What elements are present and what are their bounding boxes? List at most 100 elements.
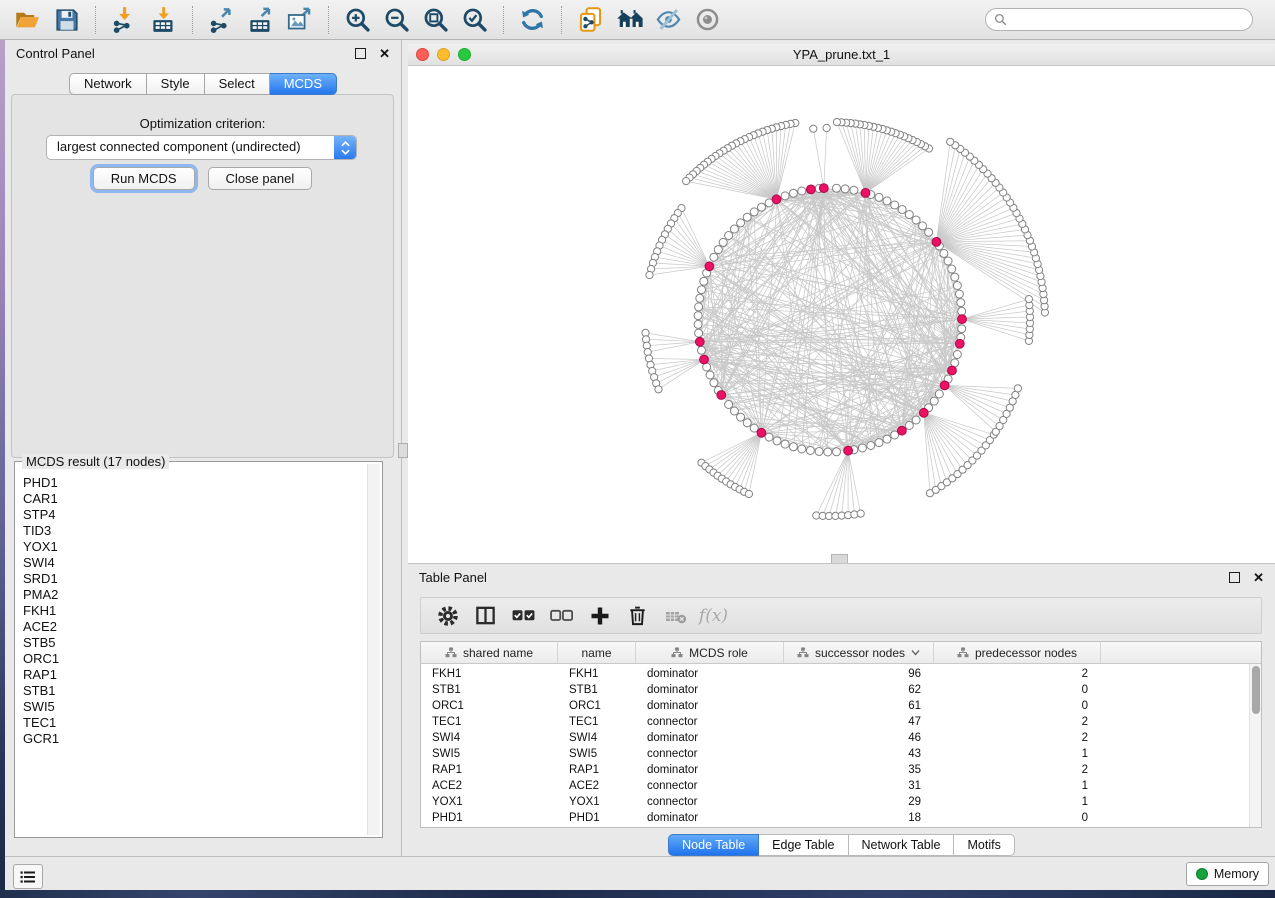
graph-node[interactable]	[773, 437, 781, 445]
export-table-icon[interactable]	[245, 4, 276, 35]
graph-hub-node[interactable]	[695, 337, 704, 346]
graph-node[interactable]	[730, 407, 738, 415]
table-row[interactable]: FKH1FKH1dominator962	[421, 666, 1250, 682]
mcds-result-item[interactable]: SWI4	[21, 555, 366, 571]
graph-node[interactable]	[646, 271, 653, 278]
graph-node[interactable]	[875, 439, 883, 447]
graph-node[interactable]	[694, 312, 702, 320]
mcds-result-item[interactable]: CAR1	[21, 491, 366, 507]
graph-node[interactable]	[694, 320, 702, 328]
mcds-result-item[interactable]: ORC1	[21, 651, 366, 667]
graph-node[interactable]	[743, 213, 751, 221]
table-scrollbar-thumb[interactable]	[1252, 666, 1260, 714]
graph-node[interactable]	[905, 422, 913, 430]
zoom-selected-icon[interactable]	[459, 4, 490, 35]
mcds-result-item[interactable]: GCR1	[21, 731, 366, 747]
graph-node[interactable]	[798, 445, 806, 453]
tab-style[interactable]: Style	[147, 73, 205, 95]
graph-node[interactable]	[806, 447, 814, 455]
graph-hub-node[interactable]	[705, 262, 714, 271]
network-canvas[interactable]	[408, 66, 1275, 563]
graph-node[interactable]	[810, 125, 817, 132]
graph-node[interactable]	[857, 510, 864, 517]
tab-select[interactable]: Select	[205, 73, 270, 95]
graph-hub-node[interactable]	[948, 366, 957, 375]
graph-hub-node[interactable]	[757, 428, 766, 437]
graph-node[interactable]	[781, 440, 789, 448]
float-panel-icon[interactable]	[355, 48, 366, 59]
graph-node[interactable]	[841, 185, 849, 193]
graph-hub-node[interactable]	[898, 426, 907, 435]
mcds-result-item[interactable]: FKH1	[21, 603, 366, 619]
graph-node[interactable]	[883, 197, 891, 205]
export-network-icon[interactable]	[206, 4, 237, 35]
graph-node[interactable]	[898, 206, 906, 214]
tab-edge-table[interactable]: Edge Table	[759, 834, 848, 856]
export-image-icon[interactable]	[284, 4, 315, 35]
close-panel-icon[interactable]: ✕	[1253, 571, 1264, 584]
graph-node[interactable]	[789, 189, 797, 197]
run-mcds-button[interactable]: Run MCDS	[93, 167, 195, 190]
table-row[interactable]: PHD1PHD1dominator180	[421, 810, 1250, 826]
column-header-shared-name[interactable]: shared name	[421, 642, 558, 663]
graph-hub-node[interactable]	[932, 238, 941, 247]
delete-columns-icon[interactable]	[623, 601, 652, 630]
graph-node[interactable]	[958, 325, 966, 333]
graph-node[interactable]	[815, 448, 823, 456]
graph-node[interactable]	[737, 219, 745, 227]
graph-hub-node[interactable]	[807, 185, 816, 194]
table-row[interactable]: TEC1TEC1connector472	[421, 714, 1250, 730]
graph-node[interactable]	[858, 444, 866, 452]
table-row[interactable]: ORC1ORC1dominator610	[421, 698, 1250, 714]
delete-table-icon[interactable]	[661, 601, 690, 630]
mcds-result-item[interactable]: ACE2	[21, 619, 366, 635]
graph-node[interactable]	[706, 371, 714, 379]
graph-node[interactable]	[743, 419, 751, 427]
deselect-all-checkboxes-icon[interactable]	[547, 601, 576, 630]
graph-node[interactable]	[905, 211, 913, 219]
graph-node[interactable]	[875, 193, 883, 201]
mac-minimize-icon[interactable]	[437, 48, 450, 61]
graph-node[interactable]	[912, 216, 920, 224]
add-column-icon[interactable]	[585, 601, 614, 630]
graph-node[interactable]	[883, 435, 891, 443]
mcds-result-item[interactable]: YOX1	[21, 539, 366, 555]
graph-node[interactable]	[695, 329, 703, 337]
graph-node[interactable]	[953, 351, 961, 359]
graph-node[interactable]	[750, 208, 758, 216]
graph-hub-node[interactable]	[717, 391, 726, 400]
graph-node[interactable]	[737, 413, 745, 421]
mcds-result-item[interactable]: RAP1	[21, 667, 366, 683]
mcds-list-scrollbar[interactable]	[367, 464, 380, 835]
graph-hub-node[interactable]	[955, 339, 964, 348]
mcds-result-item[interactable]: STB1	[21, 683, 366, 699]
graph-node[interactable]	[947, 138, 954, 145]
graph-node[interactable]	[698, 346, 706, 354]
function-builder-icon[interactable]: f(x)	[699, 601, 728, 630]
graph-node[interactable]	[940, 249, 948, 257]
table-row[interactable]: STB1STB1dominator620	[421, 682, 1250, 698]
graph-node[interactable]	[758, 203, 766, 211]
graph-hub-node[interactable]	[844, 446, 853, 455]
table-scrollbar[interactable]	[1249, 664, 1261, 827]
graph-node[interactable]	[925, 228, 933, 236]
import-table-icon[interactable]	[148, 4, 179, 35]
graph-node[interactable]	[719, 238, 727, 246]
graph-node[interactable]	[850, 186, 858, 194]
select-all-checkboxes-icon[interactable]	[509, 601, 538, 630]
graph-node[interactable]	[765, 433, 773, 441]
graph-hub-node[interactable]	[819, 184, 828, 193]
zoom-fit-icon[interactable]	[420, 4, 451, 35]
graph-node[interactable]	[696, 294, 704, 302]
hide-selected-icon[interactable]	[653, 4, 684, 35]
graph-node[interactable]	[710, 253, 718, 261]
graph-node[interactable]	[930, 397, 938, 405]
mcds-result-item[interactable]: PHD1	[21, 475, 366, 491]
tab-motifs[interactable]: Motifs	[954, 834, 1014, 856]
graph-hub-node[interactable]	[958, 315, 967, 324]
graph-node[interactable]	[823, 124, 830, 131]
column-header-mcds-role[interactable]: MCDS role	[636, 642, 784, 663]
table-row[interactable]: ACE2ACE2connector311	[421, 778, 1250, 794]
mcds-result-item[interactable]: STP4	[21, 507, 366, 523]
graph-node[interactable]	[714, 246, 722, 254]
